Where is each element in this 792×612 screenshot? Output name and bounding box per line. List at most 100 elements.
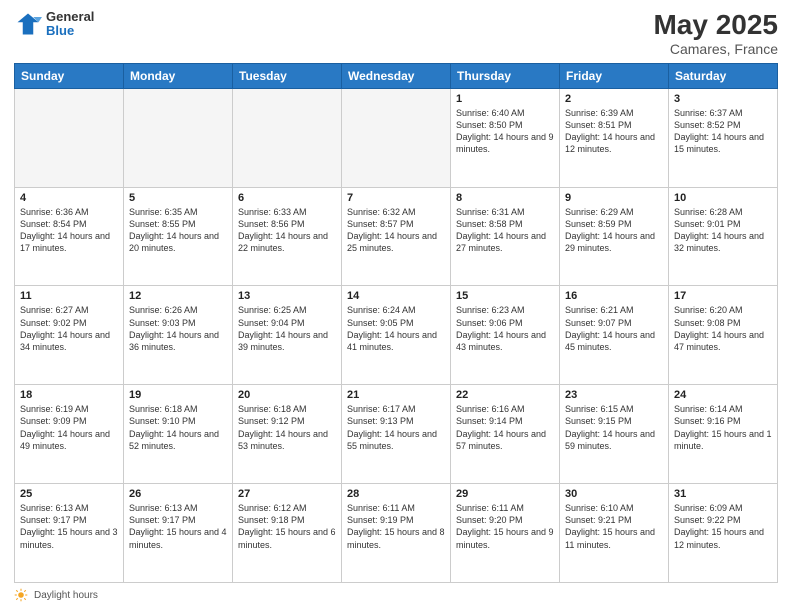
day-info: Sunrise: 6:12 AMSunset: 9:18 PMDaylight:… xyxy=(238,502,336,551)
day-number: 15 xyxy=(456,290,554,302)
calendar-day-header: Friday xyxy=(560,63,669,88)
day-number: 18 xyxy=(20,389,118,401)
day-number: 23 xyxy=(565,389,663,401)
calendar-cell: 9Sunrise: 6:29 AMSunset: 8:59 PMDaylight… xyxy=(560,187,669,286)
day-info: Sunrise: 6:13 AMSunset: 9:17 PMDaylight:… xyxy=(20,502,118,551)
day-info: Sunrise: 6:21 AMSunset: 9:07 PMDaylight:… xyxy=(565,304,663,353)
calendar-day-header: Wednesday xyxy=(342,63,451,88)
calendar-cell: 28Sunrise: 6:11 AMSunset: 9:19 PMDayligh… xyxy=(342,484,451,583)
day-info: Sunrise: 6:14 AMSunset: 9:16 PMDaylight:… xyxy=(674,403,772,452)
calendar-cell: 4Sunrise: 6:36 AMSunset: 8:54 PMDaylight… xyxy=(15,187,124,286)
calendar-cell: 20 Sunrise: 6:18 AMSunset: 9:12 PMDayligh… xyxy=(233,385,342,484)
calendar-week-row: 25Sunrise: 6:13 AMSunset: 9:17 PMDayligh… xyxy=(15,484,778,583)
day-info: Sunrise: 6:13 AMSunset: 9:17 PMDaylight:… xyxy=(129,502,227,551)
day-number: 21 xyxy=(347,389,445,401)
calendar-cell: 29 Sunrise: 6:11 AMSunset: 9:20 PMDayligh… xyxy=(451,484,560,583)
footer-label: Daylight hours xyxy=(34,590,98,601)
day-info: Sunrise: 6:19 AMSunset: 9:09 PMDaylight:… xyxy=(20,403,118,452)
calendar-cell: 23Sunrise: 6:15 AMSunset: 9:15 PMDayligh… xyxy=(560,385,669,484)
calendar-cell xyxy=(233,88,342,187)
calendar-cell: 10Sunrise: 6:28 AMSunset: 9:01 PMDayligh… xyxy=(669,187,778,286)
day-number: 7 xyxy=(347,192,445,204)
calendar-cell xyxy=(342,88,451,187)
calendar-cell: 22 Sunrise: 6:16 AMSunset: 9:14 PMDayligh… xyxy=(451,385,560,484)
day-info: Sunrise: 6:10 AMSunset: 9:21 PMDaylight:… xyxy=(565,502,663,551)
calendar-cell: 19 Sunrise: 6:18 AMSunset: 9:10 PMDayligh… xyxy=(124,385,233,484)
day-info: Sunrise: 6:18 AMSunset: 9:10 PMDaylight:… xyxy=(129,403,227,452)
day-number: 11 xyxy=(20,290,118,302)
logo-text: General Blue xyxy=(46,10,94,39)
day-number: 19 xyxy=(129,389,227,401)
calendar-cell: 3Sunrise: 6:37 AMSunset: 8:52 PMDaylight… xyxy=(669,88,778,187)
calendar-week-row: 1Sunrise: 6:40 AMSunset: 8:50 PMDaylight… xyxy=(15,88,778,187)
page: General Blue May 2025 Camares, France Su… xyxy=(0,0,792,612)
calendar-cell: 13 Sunrise: 6:25 AMSunset: 9:04 PMDayligh… xyxy=(233,286,342,385)
header: General Blue May 2025 Camares, France xyxy=(14,10,778,57)
day-info: Sunrise: 6:17 AMSunset: 9:13 PMDaylight:… xyxy=(347,403,445,452)
calendar-cell: 2Sunrise: 6:39 AMSunset: 8:51 PMDaylight… xyxy=(560,88,669,187)
day-number: 13 xyxy=(238,290,336,302)
calendar-cell: 11 Sunrise: 6:27 AMSunset: 9:02 PMDayligh… xyxy=(15,286,124,385)
sun-icon xyxy=(14,588,28,602)
day-number: 3 xyxy=(674,93,772,105)
logo-general-text: General xyxy=(46,10,94,24)
day-info: Sunrise: 6:16 AMSunset: 9:14 PMDaylight:… xyxy=(456,403,554,452)
day-number: 9 xyxy=(565,192,663,204)
calendar-cell: 15 Sunrise: 6:23 AMSunset: 9:06 PMDayligh… xyxy=(451,286,560,385)
calendar-week-row: 11 Sunrise: 6:27 AMSunset: 9:02 PMDayligh… xyxy=(15,286,778,385)
calendar-day-header: Thursday xyxy=(451,63,560,88)
calendar-cell xyxy=(15,88,124,187)
footer: Daylight hours xyxy=(14,588,778,602)
calendar-day-header: Monday xyxy=(124,63,233,88)
day-info: Sunrise: 6:24 AMSunset: 9:05 PMDaylight:… xyxy=(347,304,445,353)
day-number: 5 xyxy=(129,192,227,204)
day-info: Sunrise: 6:36 AMSunset: 8:54 PMDaylight:… xyxy=(20,206,118,255)
day-info: Sunrise: 6:09 AMSunset: 9:22 PMDaylight:… xyxy=(674,502,772,551)
day-info: Sunrise: 6:26 AMSunset: 9:03 PMDaylight:… xyxy=(129,304,227,353)
calendar-cell: 27Sunrise: 6:12 AMSunset: 9:18 PMDayligh… xyxy=(233,484,342,583)
calendar-cell: 31 Sunrise: 6:09 AMSunset: 9:22 PMDayligh… xyxy=(669,484,778,583)
day-number: 28 xyxy=(347,488,445,500)
day-info: Sunrise: 6:35 AMSunset: 8:55 PMDaylight:… xyxy=(129,206,227,255)
calendar-day-header: Sunday xyxy=(15,63,124,88)
day-number: 12 xyxy=(129,290,227,302)
calendar-cell: 26 Sunrise: 6:13 AMSunset: 9:17 PMDayligh… xyxy=(124,484,233,583)
logo-icon xyxy=(14,10,42,38)
logo: General Blue xyxy=(14,10,94,39)
calendar-cell: 30 Sunrise: 6:10 AMSunset: 9:21 PMDayligh… xyxy=(560,484,669,583)
day-info: Sunrise: 6:20 AMSunset: 9:08 PMDaylight:… xyxy=(674,304,772,353)
day-number: 31 xyxy=(674,488,772,500)
calendar-cell: 14 Sunrise: 6:24 AMSunset: 9:05 PMDayligh… xyxy=(342,286,451,385)
day-info: Sunrise: 6:23 AMSunset: 9:06 PMDaylight:… xyxy=(456,304,554,353)
day-number: 16 xyxy=(565,290,663,302)
day-info: Sunrise: 6:18 AMSunset: 9:12 PMDaylight:… xyxy=(238,403,336,452)
title-block: May 2025 Camares, France xyxy=(653,10,778,57)
logo-blue-text: Blue xyxy=(46,24,94,38)
calendar-cell: 1Sunrise: 6:40 AMSunset: 8:50 PMDaylight… xyxy=(451,88,560,187)
calendar-cell: 16 Sunrise: 6:21 AMSunset: 9:07 PMDayligh… xyxy=(560,286,669,385)
title-location: Camares, France xyxy=(653,41,778,57)
day-number: 22 xyxy=(456,389,554,401)
day-info: Sunrise: 6:27 AMSunset: 9:02 PMDaylight:… xyxy=(20,304,118,353)
calendar-week-row: 18 Sunrise: 6:19 AMSunset: 9:09 PMDayligh… xyxy=(15,385,778,484)
calendar-cell: 18 Sunrise: 6:19 AMSunset: 9:09 PMDayligh… xyxy=(15,385,124,484)
day-info: Sunrise: 6:25 AMSunset: 9:04 PMDaylight:… xyxy=(238,304,336,353)
calendar-cell: 12 Sunrise: 6:26 AMSunset: 9:03 PMDayligh… xyxy=(124,286,233,385)
calendar-header-row: SundayMondayTuesdayWednesdayThursdayFrid… xyxy=(15,63,778,88)
day-number: 14 xyxy=(347,290,445,302)
day-number: 26 xyxy=(129,488,227,500)
calendar-table: SundayMondayTuesdayWednesdayThursdayFrid… xyxy=(14,63,778,583)
day-info: Sunrise: 6:33 AMSunset: 8:56 PMDaylight:… xyxy=(238,206,336,255)
day-number: 29 xyxy=(456,488,554,500)
day-number: 2 xyxy=(565,93,663,105)
day-info: Sunrise: 6:11 AMSunset: 9:20 PMDaylight:… xyxy=(456,502,554,551)
day-number: 30 xyxy=(565,488,663,500)
day-number: 20 xyxy=(238,389,336,401)
day-number: 6 xyxy=(238,192,336,204)
day-info: Sunrise: 6:28 AMSunset: 9:01 PMDaylight:… xyxy=(674,206,772,255)
calendar-cell xyxy=(124,88,233,187)
calendar-cell: 17Sunrise: 6:20 AMSunset: 9:08 PMDayligh… xyxy=(669,286,778,385)
calendar-cell: 5 Sunrise: 6:35 AMSunset: 8:55 PMDaylight… xyxy=(124,187,233,286)
day-number: 1 xyxy=(456,93,554,105)
calendar-cell: 8Sunrise: 6:31 AMSunset: 8:58 PMDaylight… xyxy=(451,187,560,286)
